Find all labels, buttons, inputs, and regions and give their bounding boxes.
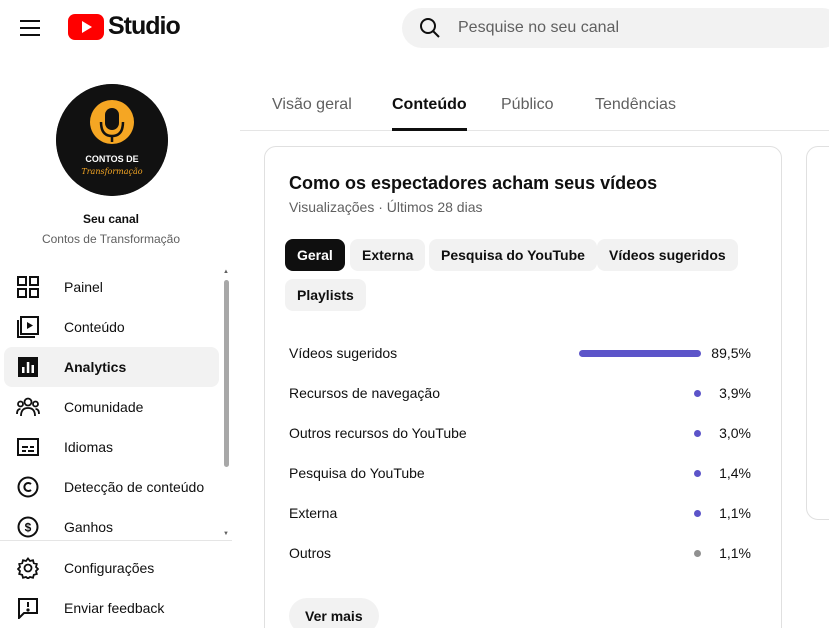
avatar-text-2: Transformação xyxy=(81,167,142,176)
sidebar-scrollbar[interactable] xyxy=(224,280,229,467)
sidebar-item-label: Analytics xyxy=(64,359,127,375)
sidebar-nav: Painel Conteúdo Analytics Comunidade Idi… xyxy=(4,267,219,547)
traffic-source-label: Recursos de navegação xyxy=(289,385,440,401)
traffic-source-bar xyxy=(694,429,701,437)
traffic-source-bar xyxy=(579,349,701,357)
sidebar-divider xyxy=(0,540,232,541)
sidebar-item-label: Enviar feedback xyxy=(64,600,165,616)
subtitles-icon xyxy=(16,435,40,459)
traffic-source-row: Outros recursos do YouTube 3,0% xyxy=(289,413,751,453)
sidebar-item-feedback[interactable]: Enviar feedback xyxy=(4,588,219,628)
sidebar-item-deteccao[interactable]: Detecção de conteúdo xyxy=(4,467,219,507)
sidebar-item-label: Painel xyxy=(64,279,103,295)
sidebar-item-label: Configurações xyxy=(64,560,155,576)
sidebar: CONTOS DE Transformação Seu canal Contos… xyxy=(0,56,240,628)
sidebar-item-analytics[interactable]: Analytics xyxy=(4,347,219,387)
channel-avatar[interactable]: CONTOS DE Transformação xyxy=(56,84,168,196)
tab-tendencias[interactable]: Tendências xyxy=(595,96,676,131)
traffic-source-row: Vídeos sugeridos 89,5% xyxy=(289,333,751,373)
svg-text:$: $ xyxy=(25,521,32,535)
sidebar-item-idiomas[interactable]: Idiomas xyxy=(4,427,219,467)
tab-publico[interactable]: Público xyxy=(501,96,553,131)
hamburger-menu-icon[interactable] xyxy=(14,12,46,44)
card-title: Como os espectadores acham seus vídeos xyxy=(289,173,658,193)
sidebar-item-painel[interactable]: Painel xyxy=(4,267,219,307)
logo-text: Studio xyxy=(108,12,181,40)
traffic-source-percent: 3,9% xyxy=(719,385,751,401)
traffic-source-label: Externa xyxy=(289,505,338,521)
traffic-source-percent: 89,5% xyxy=(711,345,751,361)
chip-videos-sugeridos[interactable]: Vídeos sugeridos xyxy=(597,239,738,271)
chip-externa[interactable]: Externa xyxy=(350,239,426,271)
copyright-icon xyxy=(16,475,40,499)
sidebar-item-label: Ganhos xyxy=(64,519,114,535)
analytics-tabs: Visão geral Conteúdo Público Tendências xyxy=(240,82,829,131)
traffic-source-bar xyxy=(694,549,701,557)
search-input[interactable] xyxy=(458,19,798,37)
earn-icon: $ xyxy=(16,515,40,539)
scroll-up-icon[interactable]: ▲ xyxy=(223,269,229,275)
youtube-play-icon xyxy=(68,13,104,40)
traffic-source-row: Recursos de navegação 3,9% xyxy=(289,373,751,413)
tab-conteudo[interactable]: Conteúdo xyxy=(392,96,467,131)
traffic-source-row: Externa 1,1% xyxy=(289,493,751,533)
studio-logo[interactable]: Studio xyxy=(68,12,181,41)
traffic-source-percent: 1,1% xyxy=(719,505,751,521)
sidebar-item-label: Detecção de conteúdo xyxy=(64,479,205,495)
content-icon xyxy=(16,315,40,339)
traffic-source-bar xyxy=(694,389,701,397)
sidebar-item-conteudo[interactable]: Conteúdo xyxy=(4,307,219,347)
traffic-source-row: Outros 1,1% xyxy=(289,533,751,573)
chip-playlists[interactable]: Playlists xyxy=(285,279,366,311)
traffic-source-bar xyxy=(694,469,701,477)
traffic-sources-card: Como os espectadores acham seus vídeos V… xyxy=(264,146,782,628)
search-icon xyxy=(420,18,440,38)
traffic-source-percent: 1,1% xyxy=(719,545,751,561)
channel-title: Seu canal xyxy=(82,212,140,226)
channel-name: Contos de Transformação xyxy=(41,232,181,246)
sidebar-item-comunidade[interactable]: Comunidade xyxy=(4,387,219,427)
settings-icon xyxy=(16,556,40,580)
traffic-source-label: Outros recursos do YouTube xyxy=(289,425,467,441)
avatar-text-1: CONTOS DE xyxy=(85,154,138,164)
see-more-button[interactable]: Ver mais xyxy=(289,598,379,628)
traffic-source-label: Outros xyxy=(289,545,332,561)
sidebar-item-label: Comunidade xyxy=(64,399,144,415)
chip-geral[interactable]: Geral xyxy=(285,239,345,271)
tab-visao-geral[interactable]: Visão geral xyxy=(272,96,352,131)
traffic-source-list: Vídeos sugeridos 89,5% Recursos de navegaç… xyxy=(289,333,751,573)
sidebar-item-label: Conteúdo xyxy=(64,319,125,335)
feedback-icon xyxy=(16,596,40,620)
next-card-partial xyxy=(806,146,829,520)
traffic-source-percent: 3,0% xyxy=(719,425,751,441)
traffic-source-percent: 1,4% xyxy=(719,465,751,481)
dashboard-icon xyxy=(16,275,40,299)
traffic-source-row: Pesquisa do YouTube 1,4% xyxy=(289,453,751,493)
top-bar: Studio xyxy=(0,0,829,56)
community-icon xyxy=(16,395,40,419)
traffic-source-bar xyxy=(694,509,701,517)
traffic-source-label: Pesquisa do YouTube xyxy=(289,465,425,481)
sidebar-bottom-nav: Configurações Enviar feedback xyxy=(4,548,219,628)
sidebar-item-ganhos[interactable]: $ Ganhos xyxy=(4,507,219,547)
sidebar-item-configuracoes[interactable]: Configurações xyxy=(4,548,219,588)
card-subtitle: Visualizações · Últimos 28 dias xyxy=(289,199,483,215)
chip-pesquisa-youtube[interactable]: Pesquisa do YouTube xyxy=(429,239,597,271)
analytics-icon xyxy=(16,355,40,379)
traffic-source-label: Vídeos sugeridos xyxy=(289,345,398,361)
avatar-logo-image: CONTOS DE Transformação xyxy=(56,84,168,196)
sidebar-item-label: Idiomas xyxy=(64,439,114,455)
scroll-down-icon[interactable]: ▼ xyxy=(223,531,229,537)
search-bar[interactable] xyxy=(402,8,829,48)
